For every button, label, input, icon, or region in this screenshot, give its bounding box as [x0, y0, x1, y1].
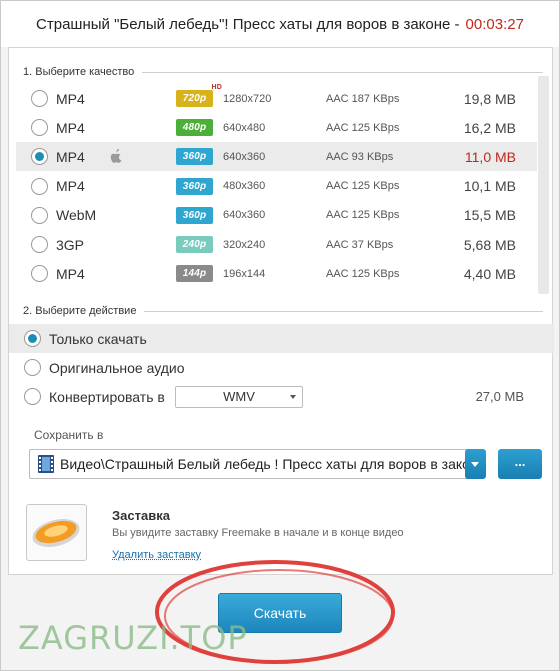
browse-button[interactable]: ... [498, 449, 542, 479]
quality-option[interactable]: WebM 360p 640x360 AAC 125 KBps 15,5 MB [16, 201, 537, 230]
original-audio-label: Оригинальное аудио [49, 359, 185, 376]
quality-badge-text: 144p [182, 268, 207, 280]
quality-badge: 720p HD [176, 84, 222, 107]
convert-format-value: WMV [223, 389, 255, 404]
quality-radio[interactable] [31, 265, 48, 283]
video-duration: 00:03:27 [465, 15, 524, 33]
quality-badge-text: 240p [182, 239, 207, 250]
remove-intro-link[interactable]: Удалить заставку [112, 549, 201, 561]
quality-option[interactable]: 3GP 240p 320x240 AAC 37 KBps 5,68 MB [16, 230, 537, 259]
quality-badge: 480p [176, 119, 213, 137]
format-label: WebM [56, 207, 97, 224]
resolution-label: 480x360 [223, 180, 266, 193]
resolution-label: 640x360 [223, 150, 266, 163]
format-label: MP4 [56, 148, 85, 165]
quality-section-label: 1. Выберите качество [23, 66, 543, 78]
quality-badge-text: 360p [182, 151, 207, 163]
quality-radio[interactable] [31, 206, 48, 224]
resolution-label: 640x360 [223, 209, 266, 222]
radio-convert[interactable] [24, 388, 41, 405]
watermark: ZAGRUZI.TOP [18, 619, 248, 657]
radio-original-audio[interactable] [24, 359, 41, 376]
intro-thumbnail [26, 504, 87, 561]
action-original-audio[interactable]: Оригинальное аудио [9, 353, 554, 382]
divider [142, 71, 543, 73]
title-bar: Страшный "Белый лебедь"! Пресс хаты для … [1, 1, 559, 47]
file-size-label: 16,2 MB [463, 119, 516, 136]
quality-radio[interactable] [31, 177, 48, 195]
download-only-label: Только скачать [49, 330, 147, 347]
audio-bitrate-label: AAC 125 KBps [326, 209, 400, 222]
audio-bitrate-label: AAC 125 KBps [326, 267, 400, 280]
quality-option[interactable]: MP4 720p HD 1280x720 AAC 187 KBps 19,8 MB [16, 84, 537, 113]
quality-badge: 240p [176, 236, 213, 253]
convert-format-select[interactable]: WMV [175, 385, 303, 408]
options-panel: 1. Выберите качество MP4 720p HD 1280x720 AA… [8, 47, 554, 575]
save-path-text: Видео\Страшный Белый лебедь ! Пресс хаты… [60, 456, 468, 472]
format-label: MP4 [56, 119, 85, 136]
quality-option[interactable]: MP4 360p 480x360 AAC 125 KBps 10,1 MB [16, 172, 537, 201]
quality-badge: 360p [176, 148, 213, 166]
convert-label: Конвертировать в [49, 388, 165, 405]
audio-bitrate-label: AAC 93 KBps [326, 150, 394, 163]
action-section-label: 2. Выберите действие [23, 305, 543, 317]
file-size-label: 10,1 MB [463, 178, 516, 195]
quality-radio[interactable] [31, 119, 48, 137]
quality-badge: 144p [176, 265, 213, 283]
download-dialog: Страшный "Белый лебедь"! Пресс хаты для … [0, 0, 560, 671]
resolution-label: 320x240 [223, 238, 266, 251]
quality-radio[interactable] [31, 90, 48, 107]
radio-download-only[interactable] [24, 330, 41, 347]
quality-badge-text: 360p [182, 180, 207, 192]
format-label: MP4 [56, 265, 85, 282]
quality-badge: 360p [176, 177, 213, 195]
quality-radio[interactable] [31, 148, 48, 166]
file-size-label: 5,68 MB [463, 236, 516, 253]
format-label: MP4 [56, 90, 85, 107]
save-path-field[interactable]: Видео\Страшный Белый лебедь ! Пресс хаты… [29, 449, 469, 479]
window-title: Страшный "Белый лебедь"! Пресс хаты для … [36, 15, 460, 33]
resolution-label: 640x480 [223, 121, 266, 134]
file-size-label: 15,5 MB [463, 207, 516, 224]
apple-icon [110, 149, 122, 164]
audio-bitrate-label: AAC 187 KBps [326, 92, 400, 105]
file-size-label: 4,40 MB [463, 265, 516, 282]
quality-badge: 360p [176, 206, 213, 224]
film-icon [38, 455, 54, 473]
save-path-dropdown-button[interactable] [465, 449, 486, 479]
action-convert[interactable]: Конвертировать в WMV 27,0 MB [9, 382, 554, 411]
quality-scrollbar[interactable] [538, 76, 549, 294]
save-to-label: Сохранить в [34, 428, 104, 442]
resolution-label: 1280x720 [223, 92, 272, 105]
intro-description: Вы увидите заставку Freemake в начале и … [112, 527, 404, 539]
audio-bitrate-label: AAC 125 KBps [326, 180, 400, 193]
convert-size: 27,0 MB [475, 389, 524, 404]
audio-bitrate-label: AAC 125 KBps [326, 121, 400, 134]
chevron-down-icon [290, 394, 296, 399]
resolution-label: 196x144 [223, 267, 266, 280]
divider [144, 310, 543, 312]
quality-radio[interactable] [31, 236, 48, 253]
file-size-label: 19,8 MB [463, 90, 516, 107]
quality-option[interactable]: MP4 480p 640x480 AAC 125 KBps 16,2 MB [16, 113, 537, 142]
freemake-logo-icon [32, 518, 80, 548]
quality-option[interactable]: MP4 360p 640x360 AAC 93 KBps 11,0 MB [16, 142, 537, 172]
action-label-text: 2. Выберите действие [23, 305, 137, 317]
quality-option[interactable]: MP4 144p 196x144 AAC 125 KBps 4,40 MB [16, 259, 537, 288]
quality-badge-text: 720p [182, 93, 207, 104]
hd-mark: HD [211, 84, 222, 91]
format-label: MP4 [56, 178, 85, 195]
quality-badge-text: 480p [182, 122, 207, 134]
quality-label-text: 1. Выберите качество [23, 66, 135, 78]
file-size-label: 11,0 MB [464, 148, 516, 165]
quality-badge-text: 360p [182, 209, 207, 221]
action-download-only[interactable]: Только скачать [9, 324, 554, 353]
format-label: 3GP [56, 236, 85, 253]
intro-title: Заставка [112, 508, 170, 523]
audio-bitrate-label: AAC 37 KBps [326, 238, 394, 251]
